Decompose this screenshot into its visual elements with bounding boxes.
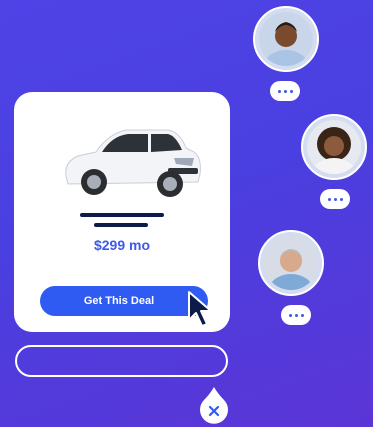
person-icon — [264, 236, 318, 290]
price-label: $299 mo — [93, 237, 151, 253]
get-deal-button[interactable]: Get This Deal — [40, 286, 208, 316]
typing-bubble — [320, 189, 350, 209]
person-icon — [259, 12, 313, 66]
car-image — [65, 129, 201, 197]
chat-input[interactable] — [15, 345, 228, 377]
mouse-cursor-icon — [188, 291, 212, 327]
close-icon[interactable] — [198, 386, 230, 426]
title-placeholder-line — [80, 213, 164, 217]
avatar[interactable] — [301, 114, 367, 180]
typing-bubble — [281, 305, 311, 325]
typing-bubble — [270, 81, 300, 101]
avatar[interactable] — [258, 230, 324, 296]
person-icon — [307, 120, 361, 174]
avatar[interactable] — [253, 6, 319, 72]
subtitle-placeholder-line — [94, 223, 148, 227]
